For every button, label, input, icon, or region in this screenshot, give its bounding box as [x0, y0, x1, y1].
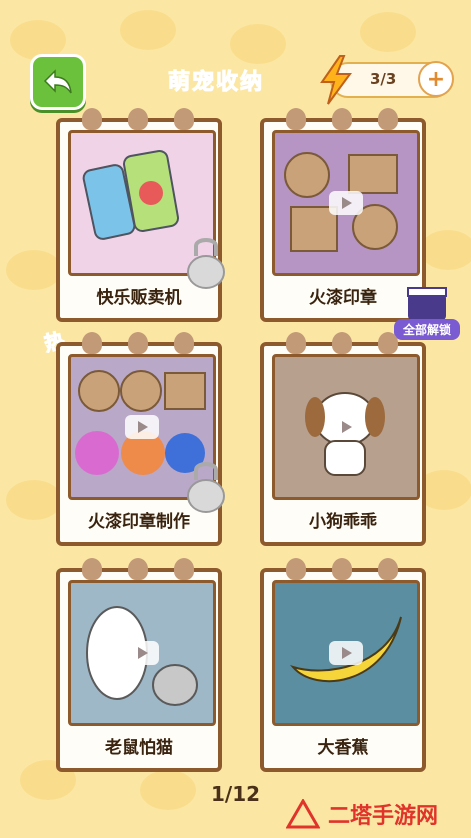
- level-card-wax-seal-making[interactable]: 火漆印章制作: [56, 332, 225, 546]
- level-card-puppy[interactable]: 小狗乖乖: [260, 332, 426, 546]
- card-thumbnail: [68, 580, 216, 726]
- lock-icon: [187, 462, 225, 513]
- card-thumbnail: [272, 580, 420, 726]
- plus-icon: +: [426, 66, 446, 92]
- energy-value: 3/3: [370, 70, 397, 88]
- card-label: 快乐贩卖机: [96, 288, 182, 308]
- lock-icon: [187, 238, 225, 289]
- play-icon: [329, 191, 363, 215]
- unlock-all-label: 全部解锁: [394, 319, 460, 340]
- lightning-icon: [320, 55, 352, 105]
- card-label: 老鼠怕猫: [105, 738, 173, 758]
- back-button[interactable]: [30, 54, 86, 110]
- card-thumbnail: [272, 130, 420, 276]
- back-arrow-icon: [43, 69, 72, 94]
- page-title: 萌宠收纳: [167, 70, 265, 96]
- level-card-banana[interactable]: 大香蕉: [260, 558, 426, 772]
- card-thumbnail: [272, 354, 420, 500]
- level-card-vending-machine[interactable]: 快乐贩卖机: [56, 108, 225, 322]
- watermark-text: 二塔手游网: [328, 804, 439, 829]
- clapper-icon: [407, 287, 447, 320]
- play-icon: [329, 415, 363, 439]
- watermark: 二塔手游网: [286, 796, 468, 832]
- play-icon: [125, 641, 159, 665]
- energy-counter: 3/3 +: [320, 55, 454, 105]
- play-icon: [125, 415, 159, 439]
- level-card-mouse-cat[interactable]: 老鼠怕猫: [56, 558, 222, 772]
- add-energy-button[interactable]: +: [418, 61, 454, 97]
- card-label: 火漆印章制作: [88, 512, 190, 532]
- play-icon: [329, 641, 363, 665]
- card-label: 大香蕉: [317, 738, 369, 758]
- unlock-all-button[interactable]: 全部解锁: [394, 284, 460, 340]
- watermark-logo: [286, 799, 320, 829]
- card-label: 小狗乖乖: [309, 512, 377, 532]
